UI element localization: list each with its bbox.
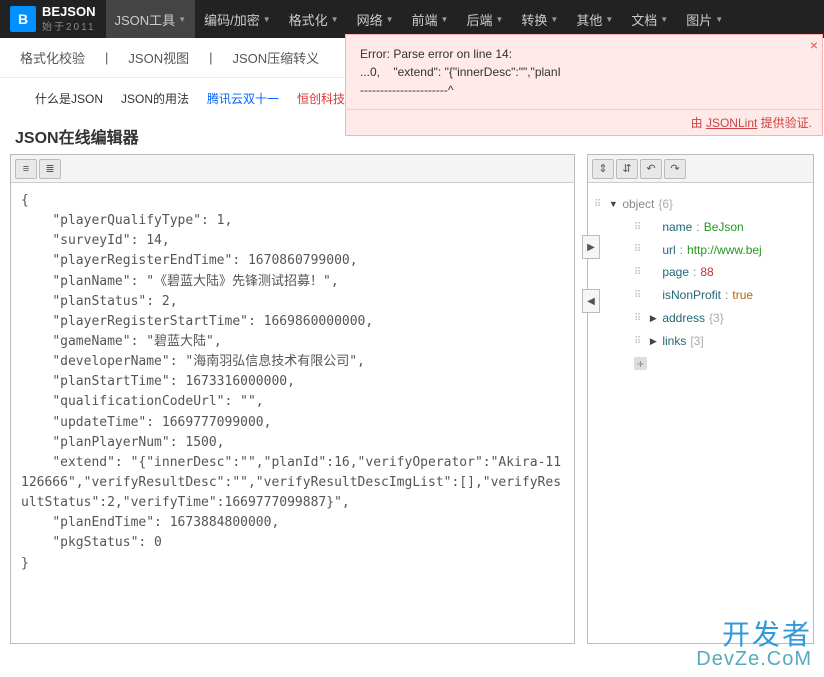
drag-icon: ⠿	[634, 332, 641, 351]
nav-item-格式化[interactable]: 格式化▼	[280, 0, 348, 38]
nav-item-图片[interactable]: 图片▼	[677, 0, 732, 38]
link-腾讯云双十一[interactable]: 腾讯云双十一	[207, 90, 279, 107]
tree-item-address[interactable]: ⠿▶ address {3}	[594, 307, 807, 330]
chevron-down-icon: ▼	[331, 15, 339, 24]
collapse-icon[interactable]: ⇵	[616, 159, 638, 179]
expand-icon[interactable]: ▶	[648, 333, 658, 350]
top-nav: B BEJSON 始于2011 JSON工具▼编码/加密▼格式化▼网络▼前端▼后…	[0, 0, 824, 38]
logo-sub: 始于2011	[42, 18, 96, 33]
arrow-right-button[interactable]: ▶	[582, 235, 600, 259]
nav-label: 前端	[412, 10, 438, 29]
nav-label: 文档	[631, 10, 657, 29]
jsonlint-link[interactable]: JSONLint	[706, 116, 757, 130]
nav-label: 编码/加密	[204, 10, 260, 29]
chevron-down-icon: ▼	[660, 15, 668, 24]
tree-root[interactable]: ⠿▼ object {6}	[594, 193, 807, 216]
undo-icon[interactable]: ↶	[640, 159, 662, 179]
tree-item-name[interactable]: ⠿name : BeJson	[594, 216, 807, 239]
tree-item-links[interactable]: ⠿▶ links [3]	[594, 330, 807, 353]
subnav-格式化校验[interactable]: 格式化校验	[20, 48, 85, 67]
nav-item-编码/加密[interactable]: 编码/加密▼	[195, 0, 280, 38]
json-tree-panel: ⇕⇵↶↷ ⠿▼ object {6}⠿name : BeJson⠿url : h…	[587, 154, 814, 644]
drag-icon: ⠿	[634, 218, 641, 237]
close-icon[interactable]: ×	[810, 37, 818, 53]
drag-icon: ⠿	[634, 240, 641, 259]
json-source-panel: ≡≣ { "playerQualifyType": 1, "surveyId":…	[10, 154, 575, 644]
nav-item-网络[interactable]: 网络▼	[348, 0, 403, 38]
outdent-icon[interactable]: ≣	[39, 159, 61, 179]
logo-name: BEJSON	[42, 5, 96, 18]
nav-item-JSON工具[interactable]: JSON工具▼	[106, 0, 196, 38]
drag-icon: ⠿	[634, 286, 641, 305]
json-tree-view[interactable]: ⠿▼ object {6}⠿name : BeJson⠿url : http:/…	[588, 183, 813, 385]
expand-icon[interactable]: ▶	[648, 310, 658, 327]
add-icon[interactable]: +	[634, 357, 647, 370]
nav-item-转换[interactable]: 转换▼	[512, 0, 567, 38]
error-panel: × Error: Parse error on line 14: ...0, "…	[345, 34, 823, 136]
subnav-JSON压缩转义[interactable]: JSON压缩转义	[232, 48, 319, 67]
chevron-down-icon: ▼	[386, 15, 394, 24]
nav-label: 转换	[521, 10, 547, 29]
nav-item-前端[interactable]: 前端▼	[403, 0, 458, 38]
nav-label: 图片	[686, 10, 712, 29]
tree-item-page[interactable]: ⠿page : 88	[594, 261, 807, 284]
error-message: Error: Parse error on line 14: ...0, "ex…	[346, 35, 822, 109]
tree-item-isNonProfit[interactable]: ⠿isNonProfit : true	[594, 284, 807, 307]
arrow-left-button[interactable]: ◀	[582, 289, 600, 313]
expand-icon[interactable]: ⇕	[592, 159, 614, 179]
chevron-down-icon: ▼	[263, 15, 271, 24]
nav-label: 格式化	[289, 10, 328, 29]
drag-icon: ⠿	[634, 263, 641, 282]
indent-icon[interactable]: ≡	[15, 159, 37, 179]
workspace: ≡≣ { "playerQualifyType": 1, "surveyId":…	[0, 154, 824, 644]
drag-icon: ⠿	[634, 309, 641, 328]
logo-badge: B	[10, 6, 36, 32]
json-source-editor[interactable]: { "playerQualifyType": 1, "surveyId": 14…	[11, 183, 574, 643]
nav-item-后端[interactable]: 后端▼	[457, 0, 512, 38]
error-footer: 由 JSONLint 提供验证.	[346, 109, 822, 135]
chevron-down-icon: ▼	[715, 15, 723, 24]
chevron-down-icon: ▼	[605, 15, 613, 24]
subnav-JSON视图[interactable]: JSON视图	[128, 48, 189, 67]
nav-label: 其他	[576, 10, 602, 29]
right-toolbar: ⇕⇵↶↷	[588, 155, 813, 183]
collapse-icon[interactable]: ▼	[608, 196, 618, 213]
nav-label: JSON工具	[115, 10, 176, 29]
logo[interactable]: B BEJSON 始于2011	[0, 0, 106, 38]
nav-item-其他[interactable]: 其他▼	[567, 0, 622, 38]
chevron-down-icon: ▼	[550, 15, 558, 24]
chevron-down-icon: ▼	[495, 15, 503, 24]
transfer-arrows: ▶ ◀	[582, 235, 600, 313]
tree-item-url[interactable]: ⠿url : http://www.bej	[594, 239, 807, 262]
chevron-down-icon: ▼	[441, 15, 449, 24]
nav-label: 后端	[466, 10, 492, 29]
nav-item-文档[interactable]: 文档▼	[622, 0, 677, 38]
watermark: 开发者 DevZe.CoM	[696, 621, 812, 669]
left-toolbar: ≡≣	[11, 155, 574, 183]
drag-icon: ⠿	[594, 195, 601, 214]
redo-icon[interactable]: ↷	[664, 159, 686, 179]
link-JSON的用法[interactable]: JSON的用法	[121, 90, 189, 107]
nav-label: 网络	[357, 10, 383, 29]
link-什么是JSON[interactable]: 什么是JSON	[35, 90, 103, 107]
chevron-down-icon: ▼	[178, 15, 186, 24]
